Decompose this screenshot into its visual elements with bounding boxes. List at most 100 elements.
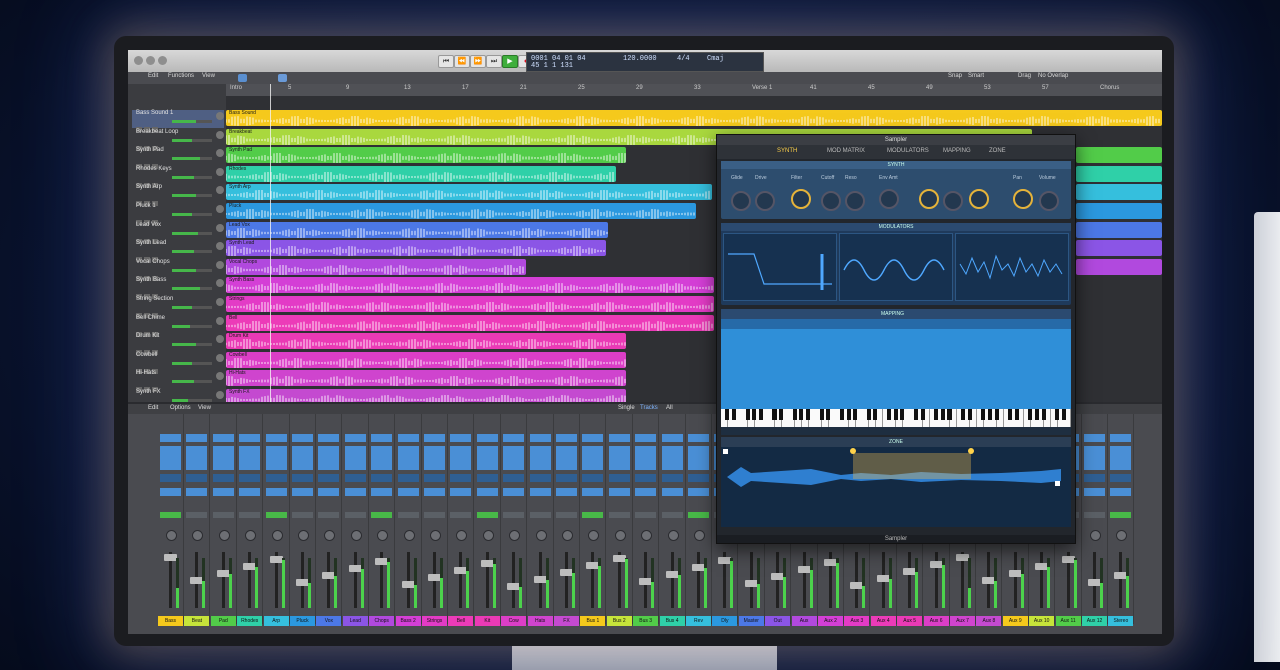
pan-knob[interactable] <box>614 530 626 541</box>
eq-slot[interactable] <box>635 434 657 442</box>
black-key[interactable] <box>846 409 851 420</box>
envelope-panel[interactable] <box>723 233 837 301</box>
audio-fx-slot[interactable] <box>556 474 577 482</box>
lfo2-panel[interactable] <box>955 233 1069 301</box>
audio-fx-slot[interactable] <box>212 474 234 482</box>
volume-fader[interactable] <box>855 552 859 608</box>
track-region[interactable]: Cowbell <box>226 351 626 368</box>
eq-slot[interactable] <box>397 434 419 442</box>
volume-fader[interactable] <box>591 552 595 608</box>
instrument-slot[interactable] <box>635 446 657 470</box>
volume-fader[interactable] <box>459 552 463 608</box>
instrument-slot[interactable] <box>1110 446 1132 470</box>
channel-name[interactable]: Aux 8 <box>976 616 1002 626</box>
send-slot[interactable] <box>212 488 234 496</box>
track-pan-icon[interactable] <box>216 149 224 158</box>
pan-knob[interactable] <box>1013 189 1033 209</box>
tab-synth[interactable]: SYNTH <box>777 148 797 154</box>
pan-knob[interactable] <box>456 530 468 541</box>
volume-fader[interactable] <box>670 552 674 608</box>
volume-knob[interactable] <box>1039 191 1059 211</box>
automation-button[interactable] <box>450 512 472 518</box>
track-region[interactable]: Synth Lead <box>226 240 606 257</box>
mute-solo-buttons[interactable] <box>136 138 166 151</box>
audio-fx-slot[interactable] <box>608 474 630 482</box>
minimize-window-button[interactable] <box>146 56 155 65</box>
track-pan-icon[interactable] <box>216 242 224 251</box>
instrument-slot[interactable] <box>371 446 393 470</box>
instrument-slot[interactable] <box>318 446 340 470</box>
eq-slot[interactable] <box>265 434 287 442</box>
view-menu[interactable]: View <box>202 73 215 79</box>
instrument-slot[interactable] <box>1084 446 1105 470</box>
instrument-slot[interactable] <box>503 446 525 470</box>
track-pan-icon[interactable] <box>216 112 224 120</box>
pan-knob[interactable] <box>350 530 362 541</box>
channel-name[interactable]: Aux 6 <box>923 616 949 626</box>
track-pan-icon[interactable] <box>216 130 224 139</box>
channel-name[interactable]: Aux 9 <box>1002 616 1028 626</box>
black-key[interactable] <box>819 409 824 420</box>
send-slot[interactable] <box>344 488 366 496</box>
track-header[interactable]: Synth Pad <box>132 147 224 170</box>
audio-fx-slot[interactable] <box>318 474 340 482</box>
volume-fader[interactable] <box>1013 552 1017 608</box>
automation-button[interactable] <box>1110 512 1132 518</box>
channel-name[interactable]: Aux 2 <box>818 616 843 626</box>
track-pan-icon[interactable] <box>216 353 224 362</box>
send-slot[interactable] <box>1084 488 1105 496</box>
pan-knob[interactable] <box>509 530 521 541</box>
audio-fx-slot[interactable] <box>1110 474 1132 482</box>
loop-region[interactable] <box>853 453 971 479</box>
channel-name[interactable]: Bus 1 <box>580 616 606 626</box>
instrument-slot[interactable] <box>608 446 630 470</box>
lfo1-panel[interactable] <box>839 233 953 301</box>
rewind-button[interactable]: ⏪ <box>454 55 470 68</box>
audio-fx-slot[interactable] <box>186 474 208 482</box>
send-slot[interactable] <box>292 488 313 496</box>
black-key[interactable] <box>1008 409 1013 420</box>
channel-name[interactable]: Pluck <box>290 616 315 626</box>
black-key[interactable] <box>994 409 999 420</box>
track-volume-slider[interactable] <box>172 138 212 142</box>
rewind-start-button[interactable]: ⏮ <box>438 55 454 68</box>
black-key[interactable] <box>752 409 757 420</box>
send-slot[interactable] <box>688 488 709 496</box>
automation-button[interactable] <box>265 512 287 518</box>
send-slot[interactable] <box>371 488 393 496</box>
channel-name[interactable]: Pad <box>210 616 236 626</box>
edit-menu[interactable]: Edit <box>148 73 158 79</box>
track-region[interactable] <box>1076 258 1162 275</box>
automation-button[interactable] <box>344 512 366 518</box>
channel-name[interactable]: Bus 4 <box>659 616 685 626</box>
pan-knob[interactable] <box>218 530 230 541</box>
send-slot[interactable] <box>397 488 419 496</box>
send-slot[interactable] <box>503 488 525 496</box>
black-key[interactable] <box>745 409 750 420</box>
mute-solo-buttons[interactable] <box>136 286 166 300</box>
automation-button[interactable] <box>397 512 419 518</box>
black-key[interactable] <box>981 409 986 420</box>
track-header[interactable]: Synth Arp <box>132 184 224 207</box>
track-header[interactable]: Pluck 1 <box>132 203 224 225</box>
automation-button[interactable] <box>212 512 234 518</box>
black-key[interactable] <box>967 409 972 420</box>
track-volume-slider[interactable] <box>172 194 212 198</box>
black-key[interactable] <box>1028 409 1033 420</box>
track-header[interactable]: String Section <box>132 296 224 318</box>
automation-button[interactable] <box>582 512 604 518</box>
send-slot[interactable] <box>476 488 498 496</box>
volume-fader[interactable] <box>406 552 410 608</box>
track-volume-slider[interactable] <box>172 213 212 216</box>
release-knob[interactable] <box>969 189 989 209</box>
volume-fader[interactable] <box>802 552 806 608</box>
automation-button[interactable] <box>371 512 393 518</box>
channel-name[interactable]: Bus 3 <box>633 616 659 626</box>
mute-solo-buttons[interactable] <box>136 268 166 281</box>
instrument-slot[interactable] <box>212 446 234 470</box>
track-header[interactable]: Rhodes Keys <box>132 166 224 188</box>
channel-name[interactable]: FX <box>554 616 579 626</box>
mixer-options-menu[interactable]: Options <box>170 405 191 411</box>
eq-slot[interactable] <box>212 434 234 442</box>
automation-button[interactable] <box>318 512 340 518</box>
